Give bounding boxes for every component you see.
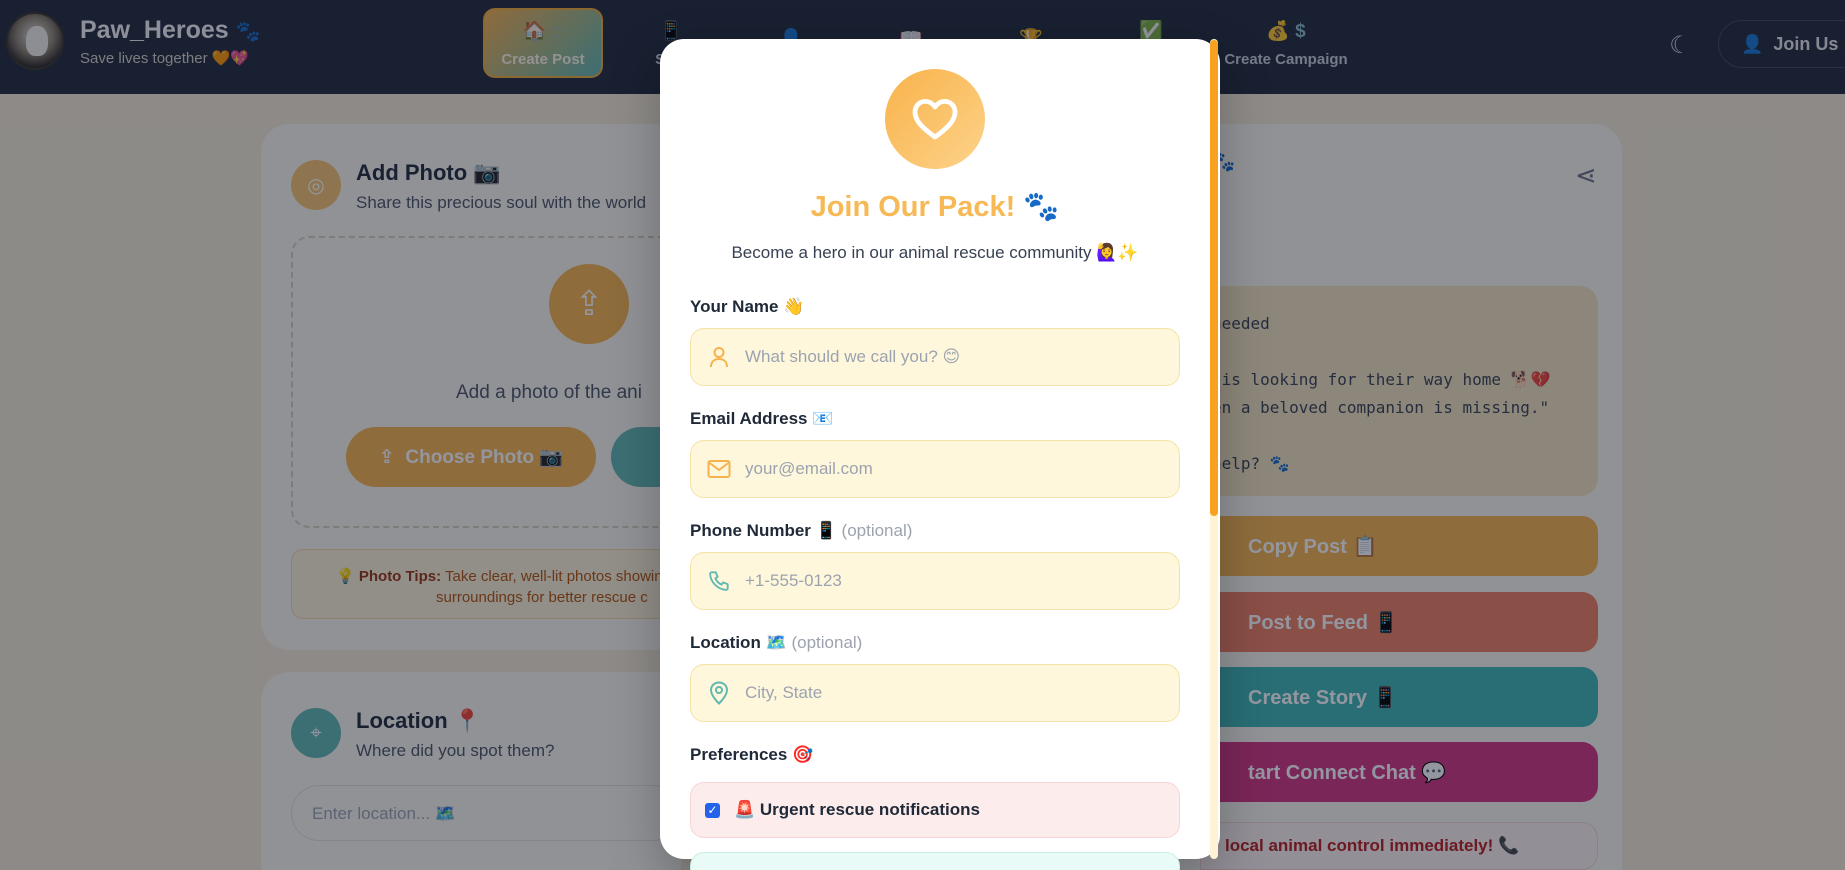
modal-scrollbar-thumb[interactable] (1210, 40, 1218, 516)
phone-label: Phone Number 📱 (optional) (690, 521, 913, 540)
heart-icon (885, 69, 985, 169)
location-field[interactable]: City, State (690, 664, 1180, 722)
email-placeholder: your@email.com (745, 459, 873, 478)
phone-placeholder: +1-555-0123 (745, 571, 842, 590)
urgent-notifications-checkbox[interactable]: ✓ (705, 802, 720, 818)
urgent-notifications-label: 🚨 Urgent rescue notifications (734, 800, 980, 819)
email-label: Email Address 📧 (690, 409, 834, 428)
modal-title: Join Our Pack! 🐾 (810, 191, 1060, 223)
modal-subtitle: Become a hero in our animal rescue commu… (731, 243, 1139, 262)
next-preference-option[interactable] (690, 852, 1180, 870)
user-icon (707, 345, 731, 369)
location-label: Location 🗺️ (optional) (690, 633, 863, 652)
preferences-label: Preferences 🎯 (690, 745, 814, 764)
email-input[interactable]: your@email.com (690, 440, 1180, 498)
location-placeholder: City, State (745, 683, 823, 702)
mail-icon (707, 457, 731, 481)
phone-icon (707, 569, 731, 593)
urgent-notifications-option[interactable]: ✓ 🚨 Urgent rescue notifications (690, 782, 1180, 838)
map-pin-icon (707, 681, 731, 705)
name-label: Your Name 👋 (690, 297, 805, 316)
name-placeholder: What should we call you? 😊 (745, 347, 961, 366)
name-input[interactable]: What should we call you? 😊 (690, 328, 1180, 386)
phone-input[interactable]: +1-555-0123 (690, 552, 1180, 610)
